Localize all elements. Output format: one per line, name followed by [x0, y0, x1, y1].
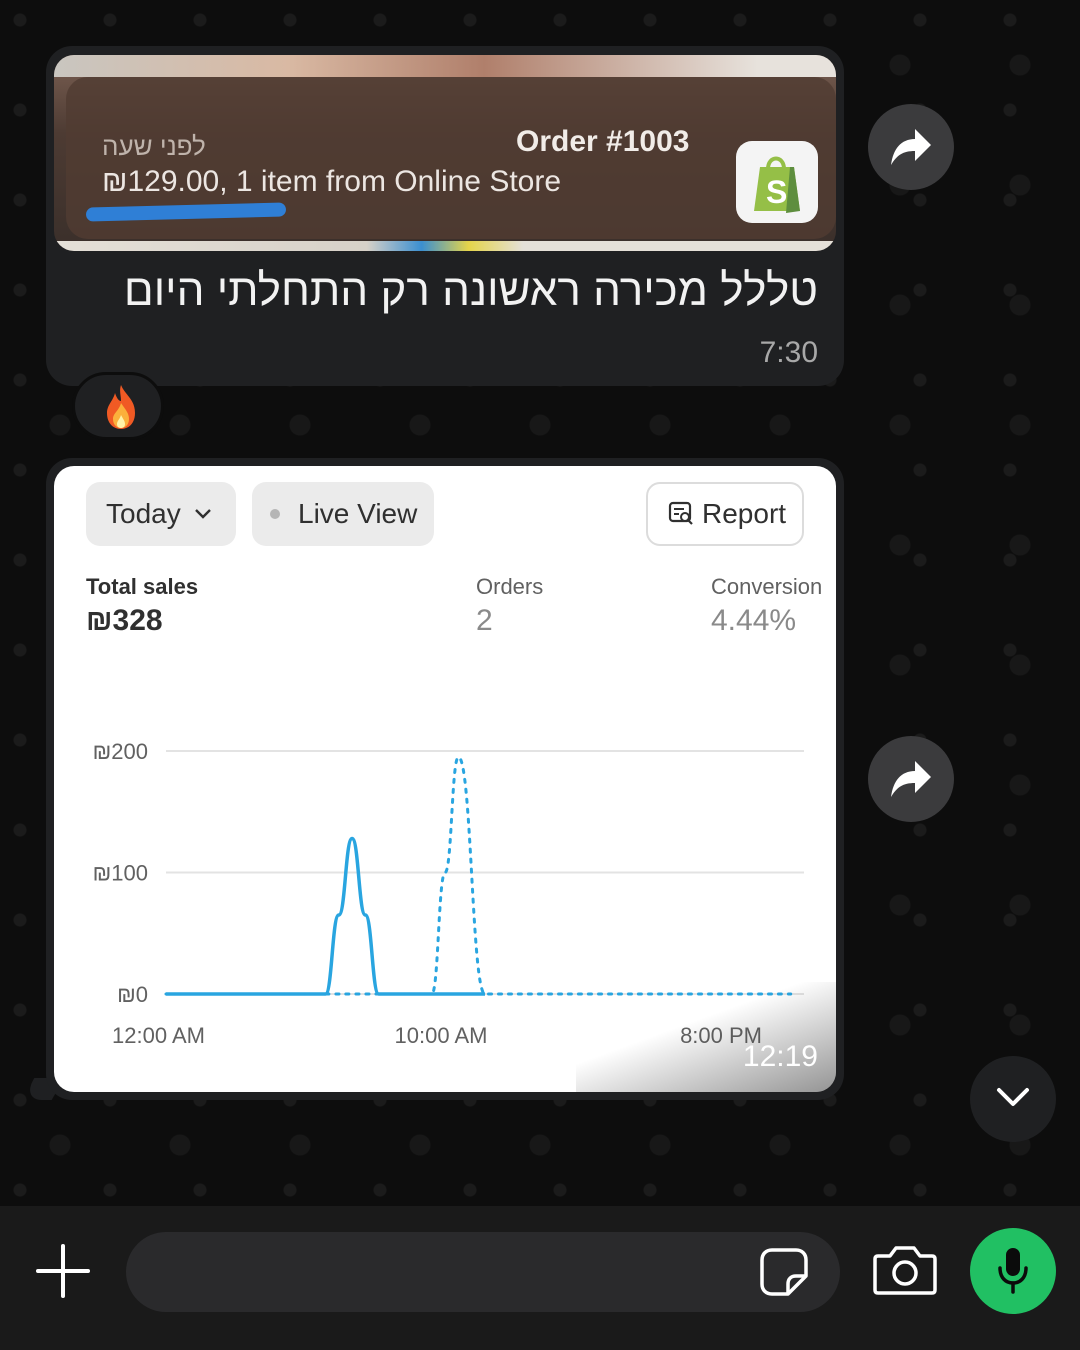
notification-time: לפני שעה: [102, 131, 206, 161]
redaction-scribble: [85, 202, 287, 222]
y-axis-tick-label: ₪100: [93, 861, 148, 886]
plus-icon[interactable]: [34, 1242, 92, 1300]
reaction-badge[interactable]: [72, 372, 164, 440]
message-bubble-order[interactable]: לפני שעה Order #1003 ₪129.00, 1 item fro…: [46, 46, 844, 386]
notification-body: ₪129.00, 1 item from Online Store: [102, 165, 562, 198]
svg-text:S: S: [766, 174, 787, 210]
comparison-series-line: [164, 755, 793, 996]
message-bubble-analytics[interactable]: Today Live View Report Total sales ₪328 …: [46, 458, 844, 1100]
forward-arrow-icon: [891, 761, 931, 797]
message-input[interactable]: [156, 1250, 736, 1294]
scroll-to-bottom-button[interactable]: [970, 1056, 1056, 1142]
message-timestamp: 7:30: [759, 336, 818, 369]
sticker-icon[interactable]: [758, 1246, 810, 1298]
message-input-container[interactable]: [126, 1232, 840, 1312]
message-composer-bar: [0, 1206, 1080, 1350]
forward-button[interactable]: [868, 736, 954, 822]
analytics-screenshot[interactable]: Today Live View Report Total sales ₪328 …: [54, 466, 836, 1092]
photo-background-bottom: [54, 241, 836, 251]
x-axis-tick-label: 10:00 AM: [395, 1023, 488, 1048]
notification-card: לפני שעה Order #1003 ₪129.00, 1 item fro…: [66, 77, 836, 239]
y-axis-tick-label: ₪0: [117, 982, 148, 1007]
shopify-bag-icon: S: [736, 141, 818, 223]
y-axis-tick-label: ₪200: [93, 739, 148, 764]
voice-message-button[interactable]: [970, 1228, 1056, 1314]
forward-button[interactable]: [868, 104, 954, 190]
chevron-down-icon: [997, 1088, 1029, 1106]
message-text: טללל מכירה ראשונה רק התחלתי היום: [123, 266, 818, 315]
photo-background-top: [54, 55, 836, 77]
camera-icon[interactable]: [872, 1242, 938, 1298]
notification-screenshot[interactable]: לפני שעה Order #1003 ₪129.00, 1 item fro…: [54, 55, 836, 251]
message-timestamp: 12:19: [742, 1040, 818, 1073]
image-corner-shade: [576, 982, 836, 1092]
notification-title: Order #1003: [516, 125, 690, 158]
fire-emoji-icon: [107, 385, 135, 429]
forward-arrow-icon: [891, 129, 931, 165]
x-axis-tick-label: 12:00 AM: [112, 1023, 205, 1048]
microphone-icon: [998, 1248, 1028, 1294]
